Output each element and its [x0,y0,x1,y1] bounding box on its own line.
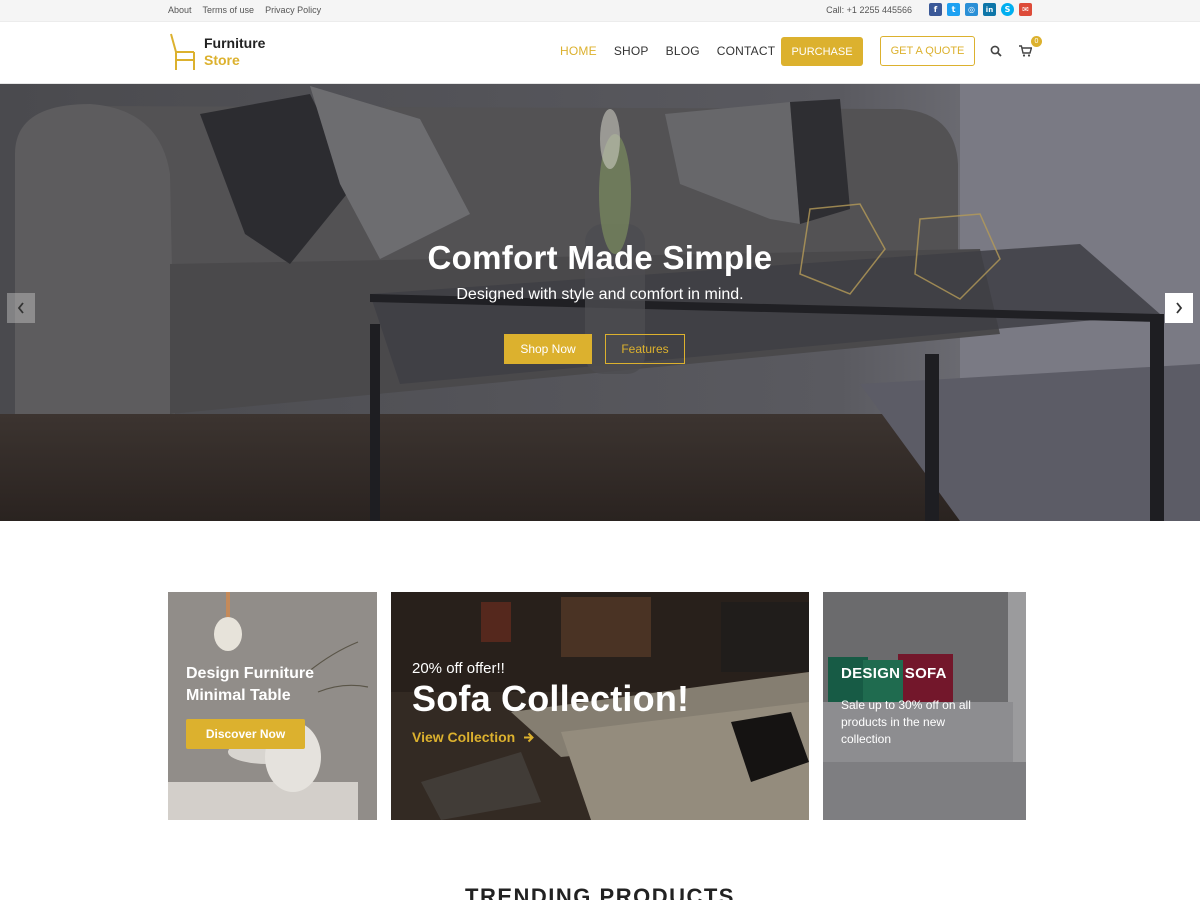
cart-icon[interactable] [1019,44,1033,62]
skype-icon[interactable]: S [1001,3,1014,16]
instagram-icon[interactable]: ◎ [965,3,978,16]
hero-slider: Comfort Made Simple Designed with style … [0,84,1200,521]
email-icon[interactable]: ✉ [1019,3,1032,16]
promo-card-minimal-table[interactable]: Design Furniture Minimal Table Discover … [168,592,377,820]
promo-card2-title: Sofa Collection! [412,678,690,719]
promo-card-design-sofa[interactable]: DESIGN SOFA Sale up to 30% off on all pr… [823,592,1026,820]
top-links: About Terms of use Privacy Policy [168,5,321,15]
nav-shop[interactable]: SHOP [614,44,649,58]
linkedin-icon[interactable]: in [983,3,996,16]
logo-text-line1: Furniture [204,35,266,51]
chair-logo-icon [170,33,195,70]
call-number: Call: +1 2255 445566 [826,4,912,15]
promo-card3-text: Sale up to 30% off on all products in th… [841,698,971,746]
hero-subtitle: Designed with style and comfort in mind. [456,286,744,303]
promo-card1-title-line2: Minimal Table [186,687,291,704]
slider-next-button[interactable] [1165,293,1193,323]
view-collection-link[interactable]: View Collection [412,729,535,745]
promo-offer-text: 20% off offer!! [412,660,505,677]
main-nav: HOME SHOP BLOG CONTACT [560,44,775,58]
discover-now-button[interactable]: Discover Now [186,719,305,749]
trending-section-title: TRENDING PRODUCTS [465,884,735,900]
shop-now-button[interactable]: Shop Now [504,334,592,364]
top-bar: About Terms of use Privacy Policy Call: … [0,0,1200,22]
site-logo[interactable]: Furniture Store [168,32,265,72]
promo-card1-title: Design Furniture Minimal Table [186,663,366,707]
hero-title: Comfort Made Simple [427,239,773,276]
about-link[interactable]: About [168,5,192,15]
features-button[interactable]: Features [605,334,685,364]
top-contact: Call: +1 2255 445566 f t ◎ in S ✉ [826,3,1032,16]
slider-prev-button[interactable] [7,293,35,323]
nav-contact[interactable]: CONTACT [717,44,776,58]
chevron-right-icon [1176,302,1183,314]
cart-count-badge: 0 [1031,36,1042,47]
purchase-button[interactable]: PURCHASE [781,37,863,66]
view-collection-label: View Collection [412,729,516,745]
twitter-icon[interactable]: t [947,3,960,16]
promo-card1-title-line1: Design Furniture [186,665,315,682]
chevron-left-icon [17,302,24,314]
main-header: Furniture Store HOME SHOP BLOG CONTACT P… [0,22,1200,84]
arrow-right-icon [524,732,535,742]
get-quote-button[interactable]: GET A QUOTE [880,36,975,66]
terms-link[interactable]: Terms of use [203,5,255,15]
facebook-icon[interactable]: f [929,3,942,16]
nav-blog[interactable]: BLOG [666,44,700,58]
search-icon[interactable] [990,44,1002,62]
logo-text-line2: Store [204,52,240,68]
promo-card-sofa-collection[interactable]: 20% off offer!! Sofa Collection! View Co… [391,592,809,820]
promo-card3-title: DESIGN SOFA [841,665,947,682]
privacy-link[interactable]: Privacy Policy [265,5,321,15]
nav-home[interactable]: HOME [560,44,597,58]
